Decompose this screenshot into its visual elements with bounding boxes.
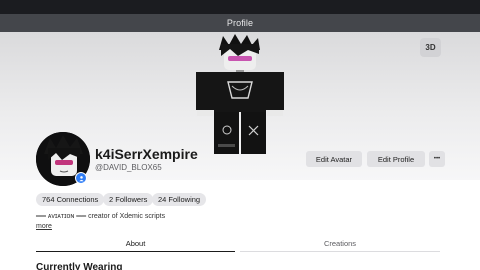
- ellipsis-icon: •••: [433, 156, 441, 162]
- header-bar: Profile: [0, 14, 480, 32]
- edit-profile-button[interactable]: Edit Profile: [367, 151, 425, 167]
- system-top-bar: [0, 0, 480, 14]
- profile-bio: ══ ᴀᴠɪᴀᴛɪᴏɴ ══ creator of Xdemic scripts: [36, 213, 166, 220]
- view-3d-button[interactable]: 3D: [420, 38, 441, 57]
- page-title: Profile: [226, 18, 254, 28]
- currently-wearing-heading: Currently Wearing: [36, 262, 123, 270]
- edit-avatar-button[interactable]: Edit Avatar: [306, 151, 362, 167]
- tab-creations[interactable]: Creations: [240, 236, 440, 252]
- username: @DAVID_BLOX65: [95, 163, 162, 172]
- bio-more-link[interactable]: more: [36, 223, 52, 230]
- tab-about[interactable]: About: [36, 236, 235, 252]
- connections-chip[interactable]: 764 Connections: [36, 193, 105, 206]
- followers-chip[interactable]: 2 Followers: [103, 193, 154, 206]
- following-chip[interactable]: 24 Following: [152, 193, 207, 206]
- verified-badge-icon: [75, 172, 87, 184]
- more-options-button[interactable]: •••: [429, 151, 445, 167]
- avatar-3d-figure: [196, 34, 284, 154]
- display-name: k4iSerrXempire: [95, 146, 198, 162]
